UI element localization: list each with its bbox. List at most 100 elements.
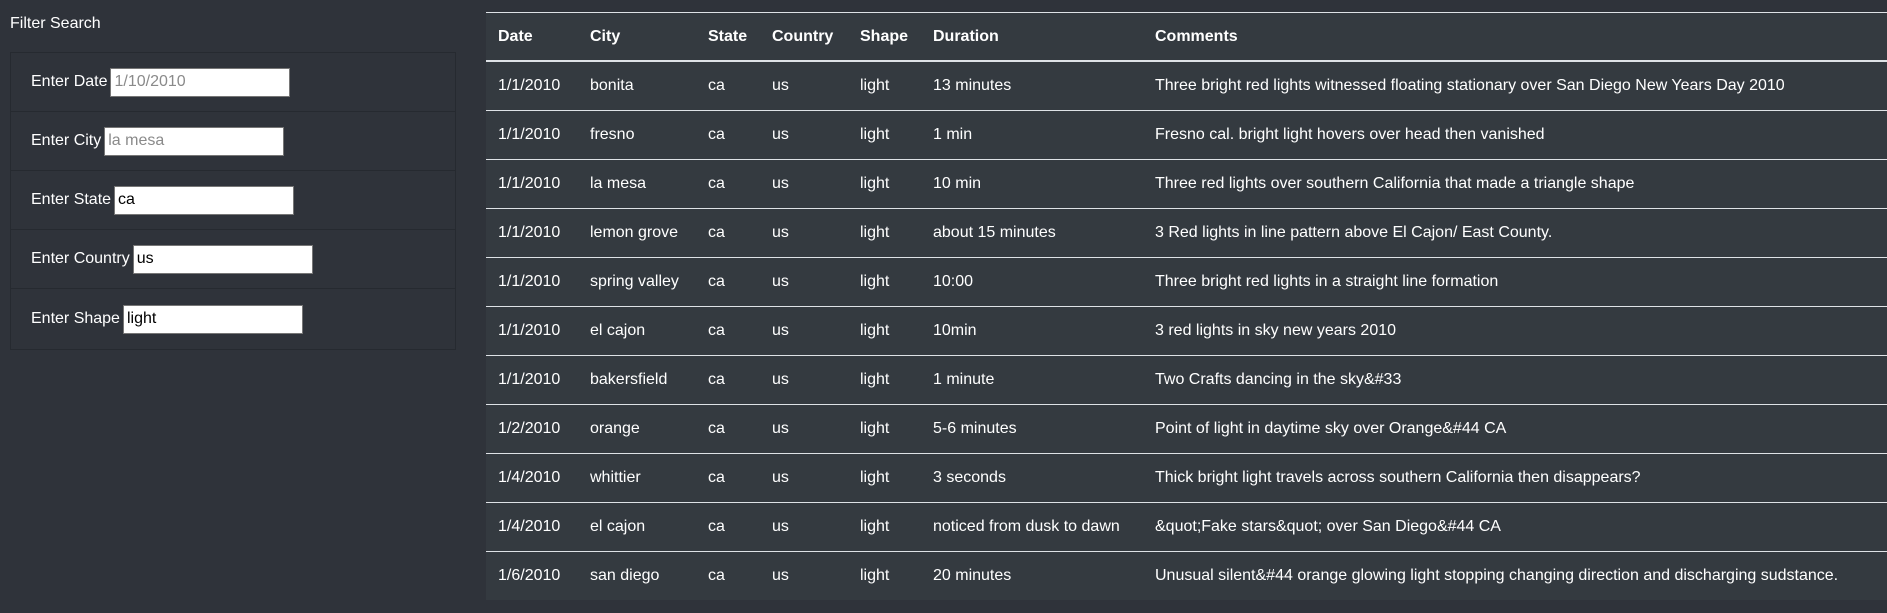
filter-date-label: Enter Date: [31, 73, 108, 90]
table-row: 1/1/2010 spring valley ca us light 10:00 Three…: [486, 257, 1887, 307]
country-cell: us: [760, 453, 848, 503]
duration-cell: noticed from dusk to dawn: [921, 502, 1143, 552]
comments-cell: Thick bright light travels across southe…: [1143, 453, 1887, 503]
country-cell: us: [772, 567, 789, 584]
state-cell: ca: [696, 306, 760, 356]
filter-state-label: Enter State: [31, 191, 112, 208]
state-cell: ca: [696, 257, 760, 307]
duration-cell: about 15 minutes: [921, 208, 1143, 258]
column-header-city: City: [578, 12, 696, 62]
state-cell: ca: [696, 502, 760, 552]
date-cell: 1/4/2010: [486, 453, 578, 503]
shape-cell: light: [848, 306, 921, 356]
ufo-sightings-table: Date City State Country Shape Duration C…: [486, 12, 1887, 600]
filter-country-label: Enter Country: [31, 250, 130, 267]
date-cell: 1/1/2010: [486, 159, 578, 209]
country-cell: us: [760, 257, 848, 307]
filter-city-label: Enter City: [31, 132, 102, 149]
comments-cell: 3 Red lights in line pattern above El Ca…: [1143, 208, 1887, 258]
duration-cell: 20 minutes: [933, 567, 1012, 584]
date-cell: 1/1/2010: [486, 355, 578, 405]
comments-cell: Unusual silent&#44 orange glowing light …: [1155, 567, 1839, 584]
country-cell: us: [760, 355, 848, 405]
city-cell: whittier: [578, 453, 696, 503]
country-cell: us: [760, 502, 848, 552]
table-row: 1/1/2010 bonita ca us light 13 minutes Three b…: [486, 61, 1887, 111]
shape-cell: light: [848, 257, 921, 307]
country-cell: us: [760, 159, 848, 209]
column-header-state: State: [696, 12, 760, 62]
shape-cell: light: [848, 502, 921, 552]
date-cell: 1/6/2010: [498, 567, 561, 584]
shape-cell: light: [848, 208, 921, 258]
country-cell: us: [760, 208, 848, 258]
comments-cell: Fresno cal. bright light hovers over hea…: [1143, 110, 1887, 160]
date-input[interactable]: [110, 67, 291, 97]
comments-cell: Three bright red lights in a straight li…: [1143, 257, 1887, 307]
state-cell: ca: [696, 110, 760, 160]
filter-search-title: Filter Search: [10, 15, 101, 32]
date-cell: 1/1/2010: [486, 61, 578, 111]
country-cell: us: [760, 110, 848, 160]
state-cell: ca: [708, 567, 725, 584]
date-cell: 1/1/2010: [486, 110, 578, 160]
state-cell: ca: [696, 453, 760, 503]
column-header-duration: Duration: [921, 12, 1143, 62]
city-cell: san diego: [590, 567, 660, 584]
state-cell: ca: [696, 355, 760, 405]
city-cell: bonita: [578, 61, 696, 111]
city-cell: el cajon: [578, 306, 696, 356]
shape-cell: light: [848, 404, 921, 454]
city-cell: fresno: [578, 110, 696, 160]
comments-cell: Three red lights over southern Californi…: [1143, 159, 1887, 209]
filter-shape-label: Enter Shape: [31, 310, 120, 327]
duration-cell: 3 seconds: [921, 453, 1143, 503]
city-cell: bakersfield: [578, 355, 696, 405]
city-input[interactable]: [104, 126, 285, 156]
date-cell: 1/1/2010: [486, 257, 578, 307]
table-row: 1/1/2010 fresno ca us light 1 min Fresno cal. …: [486, 110, 1887, 160]
shape-input[interactable]: [122, 304, 303, 334]
filter-city: Enter City: [11, 112, 455, 171]
filter-list: Enter Date Enter City Enter State Enter …: [10, 52, 456, 350]
comments-cell: Three bright red lights witnessed floati…: [1143, 61, 1887, 111]
duration-cell: 5-6 minutes: [921, 404, 1143, 454]
state-cell: ca: [696, 159, 760, 209]
column-header-shape: Shape: [848, 12, 921, 62]
filter-state: Enter State: [11, 171, 455, 230]
state-input[interactable]: [114, 185, 295, 215]
date-cell: 1/1/2010: [486, 306, 578, 356]
table-row: 1/2/2010 orange ca us light 5-6 minutes Point …: [486, 404, 1887, 454]
shape-cell: light: [848, 355, 921, 405]
filter-shape: Enter Shape: [11, 289, 455, 349]
duration-cell: 10:00: [921, 257, 1143, 307]
country-input[interactable]: [132, 244, 313, 274]
table-row: 1/1/2010 bakersfield ca us light 1 minute Two …: [486, 355, 1887, 405]
state-cell: ca: [696, 61, 760, 111]
filter-date: Enter Date: [11, 53, 455, 112]
filter-country: Enter Country: [11, 230, 455, 289]
column-header-comments: Comments: [1143, 12, 1887, 62]
city-cell: orange: [578, 404, 696, 454]
duration-cell: 10 min: [921, 159, 1143, 209]
duration-cell: 10min: [921, 306, 1143, 356]
country-cell: us: [760, 404, 848, 454]
date-cell: 1/2/2010: [486, 404, 578, 454]
country-cell: us: [760, 306, 848, 356]
table-row: 1/4/2010 whittier ca us light 3 seconds Thick …: [486, 453, 1887, 503]
shape-cell: light: [848, 61, 921, 111]
table-row: 1/1/2010 el cajon ca us light 10min 3 red ligh…: [486, 306, 1887, 356]
date-cell: 1/1/2010: [486, 208, 578, 258]
table-row: 1/1/2010 lemon grove ca us light about 15 min…: [486, 208, 1887, 258]
table-row: 1/6/2010 san diego ca us light 20 minutes Unus…: [486, 552, 1887, 601]
duration-cell: 1 min: [921, 110, 1143, 160]
comments-cell: &quot;Fake stars&quot; over San Diego&#4…: [1143, 502, 1887, 552]
column-header-country: Country: [760, 12, 848, 62]
shape-cell: light: [848, 110, 921, 160]
shape-cell: light: [860, 567, 890, 584]
country-cell: us: [760, 61, 848, 111]
table-header-row: Date City State Country Shape Duration C…: [486, 12, 1887, 62]
city-cell: lemon grove: [578, 208, 696, 258]
shape-cell: light: [848, 159, 921, 209]
ufo-table-container: Date City State Country Shape Duration C…: [486, 12, 1887, 600]
